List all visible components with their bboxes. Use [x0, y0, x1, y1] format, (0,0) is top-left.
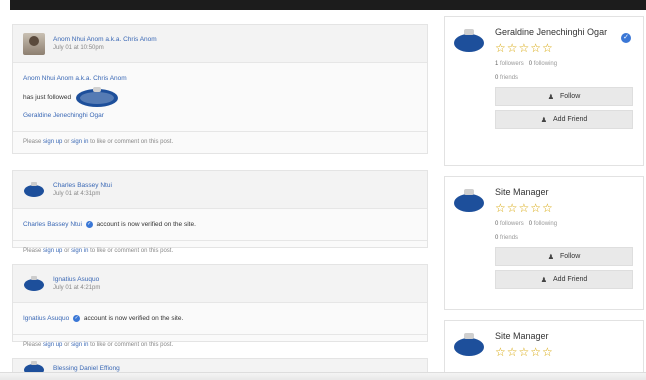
following-count: 0 — [528, 221, 533, 227]
follow-label: Follow — [560, 93, 581, 100]
feed-post: Ignatius Asuquo July 01 at 4:21pm Ignati… — [12, 264, 428, 348]
post-footer: Please sign up or sign in to like or com… — [13, 131, 427, 152]
profile-avatar-logo-icon[interactable] — [453, 185, 485, 217]
footer-text: Please — [23, 248, 42, 255]
footer-text: to like or comment on this post. — [90, 139, 174, 145]
rating-stars-icon: ☆☆☆☆☆ — [495, 201, 554, 215]
sign-up-link[interactable]: sign up — [43, 248, 62, 254]
sign-up-link[interactable]: sign up — [43, 139, 62, 145]
verified-badge-icon: ✓ — [621, 33, 631, 43]
feed-post: Anom Nhui Anom a.k.a. Chris Anom July 01… — [12, 24, 428, 154]
profile-name[interactable]: Site Manager — [495, 185, 633, 199]
friends-label[interactable]: friends — [500, 75, 518, 81]
window-bottom-edge — [0, 372, 646, 380]
following-label[interactable]: following — [534, 221, 557, 227]
post-header: Ignatius Asuquo July 01 at 4:21pm — [13, 265, 427, 303]
post-body: Anom Nhui Anom a.k.a. Chris Anom has jus… — [13, 63, 427, 131]
rating-stars-icon: ☆☆☆☆☆ — [495, 41, 554, 55]
brand-logo-icon[interactable] — [75, 86, 119, 108]
followers-label[interactable]: followers — [500, 221, 524, 227]
post-author[interactable]: Blessing Daniel Effiong — [53, 365, 120, 372]
footer-text: to like or comment on this post. — [90, 342, 174, 349]
friends-count: 0 — [495, 75, 499, 81]
add-friend-button[interactable]: ♟ Add Friend — [495, 270, 633, 289]
post-actor-link[interactable]: Anom Nhui Anom a.k.a. Chris Anom — [23, 75, 417, 82]
post-header: Anom Nhui Anom a.k.a. Chris Anom July 01… — [13, 25, 427, 63]
footer-text: Please — [23, 342, 42, 349]
sign-up-link[interactable]: sign up — [43, 342, 62, 348]
followers-label[interactable]: followers — [500, 61, 524, 67]
post-body: Charles Bassey Ntui ✓ account is now ver… — [13, 209, 427, 240]
profile-name[interactable]: Site Manager — [495, 329, 633, 343]
author-avatar[interactable] — [23, 32, 45, 55]
follow-label: Follow — [560, 253, 581, 260]
followed-user-link[interactable]: Geraldine Jenechinghi Ogar — [23, 112, 417, 119]
post-author[interactable]: Ignatius Asuquo — [53, 276, 100, 283]
user-plus-icon: ♟ — [540, 276, 548, 284]
verified-check-icon: ✓ — [73, 315, 81, 322]
author-avatar-logo-icon[interactable] — [23, 273, 45, 295]
footer-text: or — [64, 139, 70, 145]
profile-card: Site Manager ☆☆☆☆☆ 0 followers 0 followi… — [444, 176, 644, 310]
friends-label[interactable]: friends — [500, 235, 518, 241]
profile-card: Geraldine Jenechinghi Ogar ☆☆☆☆☆ 1 follo… — [444, 16, 644, 166]
follow-button[interactable]: ♟ Follow — [495, 247, 633, 266]
user-icon: ♟ — [547, 253, 555, 261]
post-text: account is now verified on the site. — [83, 315, 184, 323]
followers-count: 1 — [495, 61, 499, 67]
user-plus-icon: ♟ — [540, 116, 548, 124]
author-avatar-logo-icon[interactable] — [23, 179, 45, 201]
post-time: July 01 at 4:31pm — [53, 191, 101, 197]
profile-avatar-logo-icon[interactable] — [453, 25, 485, 57]
verified-check-icon: ✓ — [85, 221, 93, 228]
add-friend-label: Add Friend — [553, 116, 588, 123]
profile-name[interactable]: Geraldine Jenechinghi Ogar — [495, 25, 633, 39]
activity-feed: Anom Nhui Anom a.k.a. Chris Anom July 01… — [12, 24, 428, 380]
post-header: Charles Bassey Ntui July 01 at 4:31pm — [13, 171, 427, 209]
profile-avatar-logo-icon[interactable] — [453, 329, 485, 361]
post-action-text: has just followed — [23, 93, 72, 101]
add-friend-label: Add Friend — [553, 276, 588, 283]
follow-stats: 0 followers 0 following — [495, 221, 633, 227]
post-author[interactable]: Charles Bassey Ntui — [53, 182, 112, 189]
add-friend-button[interactable]: ♟ Add Friend — [495, 110, 633, 129]
window-left-margin — [0, 0, 10, 380]
verified-user-link[interactable]: Charles Bassey Ntui — [23, 221, 82, 228]
post-time: July 01 at 4:21pm — [53, 285, 101, 291]
friends-count: 0 — [495, 235, 499, 241]
footer-text: or — [64, 248, 70, 255]
follow-button[interactable]: ♟ Follow — [495, 87, 633, 106]
post-text: account is now verified on the site. — [96, 221, 196, 229]
post-footer: Please sign up or sign in to like or com… — [13, 240, 427, 261]
sign-in-link[interactable]: sign in — [71, 342, 88, 348]
footer-text: or — [64, 342, 70, 349]
footer-text: to like or comment on this post. — [90, 248, 174, 255]
post-author[interactable]: Anom Nhui Anom a.k.a. Chris Anom — [53, 36, 157, 43]
sign-in-link[interactable]: sign in — [71, 139, 88, 145]
post-time: July 01 at 10:50pm — [53, 45, 104, 51]
footer-text: Please — [23, 139, 42, 145]
friends-stats: 0 friends — [495, 75, 633, 81]
profile-sidebar: Geraldine Jenechinghi Ogar ☆☆☆☆☆ 1 follo… — [444, 16, 644, 380]
following-count: 0 — [528, 61, 533, 67]
feed-post: Charles Bassey Ntui July 01 at 4:31pm Ch… — [12, 170, 428, 254]
followers-count: 0 — [495, 221, 499, 227]
follow-stats: 1 followers 0 following — [495, 61, 633, 67]
user-icon: ♟ — [547, 93, 555, 101]
verified-user-link[interactable]: Ignatius Asuquo — [23, 315, 69, 322]
window-top-border — [0, 0, 646, 10]
profile-card: Site Manager ☆☆☆☆☆ — [444, 320, 644, 380]
sign-in-link[interactable]: sign in — [71, 248, 88, 254]
following-label[interactable]: following — [534, 61, 557, 67]
rating-stars-icon: ☆☆☆☆☆ — [495, 345, 554, 359]
friends-stats: 0 friends — [495, 235, 633, 241]
post-footer: Please sign up or sign in to like or com… — [13, 334, 427, 355]
post-body: Ignatius Asuquo ✓ account is now verifie… — [13, 303, 427, 334]
